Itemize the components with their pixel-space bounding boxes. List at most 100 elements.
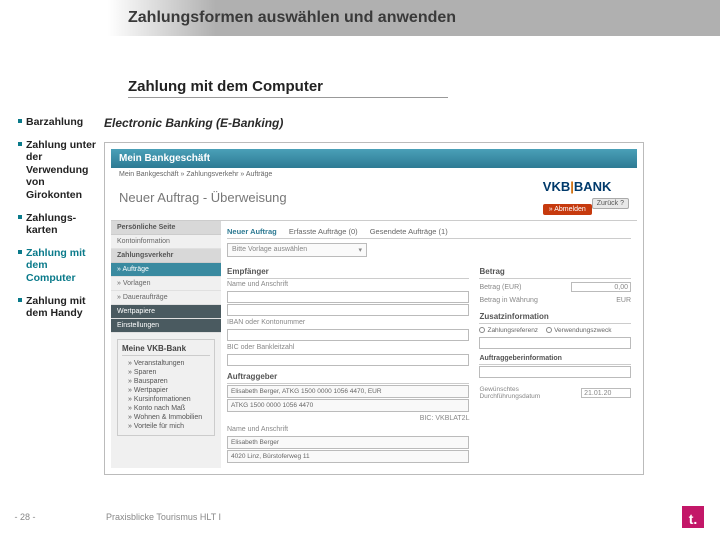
- radio-label: Verwendungszweck: [554, 327, 611, 334]
- label-name: Name und Anschrift: [227, 279, 469, 290]
- row-betrag-wahr: Betrag in Währung EUR: [479, 295, 631, 306]
- nav-item-vorlagen[interactable]: » Vorlagen: [111, 277, 221, 291]
- content-title: Electronic Banking (E-Banking): [104, 116, 700, 130]
- sidebar-item-handy[interactable]: Zahlung mit dem Handy: [18, 295, 100, 320]
- nav-item-wertpapiere[interactable]: Wertpapiere: [111, 305, 221, 319]
- eb-window-title: Mein Bankgeschäft: [111, 149, 637, 168]
- input-datum[interactable]: 21.01.20: [581, 388, 631, 398]
- tab-erfasst[interactable]: Erfasste Aufträge (0): [289, 227, 358, 236]
- logout-button[interactable]: » Abmelden: [543, 204, 592, 215]
- chevron-down-icon: ▾: [358, 246, 362, 254]
- sidebar-item-label: Zahlung mit dem Computer: [26, 247, 100, 285]
- sidebar-item-label: Zahlung mit dem Handy: [26, 295, 100, 320]
- label-name2: Name und Anschrift: [227, 424, 469, 435]
- bank-logo-pre: VKB: [543, 179, 570, 194]
- sidebar: Barzahlung Zahlung unter der Verwendung …: [0, 116, 104, 475]
- label-betrag: Betrag: [479, 265, 631, 279]
- bank-logo: VKB|BANK: [543, 179, 612, 194]
- vorlage-row: Bitte Vorlage auswählen▾: [227, 243, 631, 257]
- label-auftragsinfo: Auftraggeberinformation: [479, 353, 631, 365]
- bank-logo-post: BANK: [574, 179, 612, 194]
- input-iban[interactable]: [227, 329, 469, 341]
- main-area: Barzahlung Zahlung unter der Verwendung …: [0, 116, 720, 475]
- label-iban: IBAN oder Kontonummer: [227, 317, 469, 328]
- tab-new[interactable]: Neuer Auftrag: [227, 227, 277, 236]
- back-button[interactable]: Zurück ?: [592, 198, 629, 209]
- bullet-icon: [18, 142, 22, 146]
- sidebar-item-label: Zahlungs- karten: [26, 212, 76, 237]
- label-bic: BIC oder Bankleitzahl: [227, 342, 469, 353]
- content: Electronic Banking (E-Banking) Mein Bank…: [104, 116, 720, 475]
- radio-icon: [546, 327, 552, 333]
- radio-verwendung[interactable]: Verwendungszweck: [546, 327, 611, 334]
- label-auftraggeber: Auftraggeber: [227, 370, 469, 384]
- label-zusatz: Zusatzinformation: [479, 310, 631, 324]
- input-auftragsinfo[interactable]: [479, 366, 631, 378]
- col-empfaenger: Empfänger Name und Anschrift IBAN oder K…: [227, 261, 469, 464]
- sidebar-item-label: Barzahlung: [26, 116, 83, 129]
- input-name[interactable]: [227, 291, 469, 303]
- radio-row: Zahlungsreferenz Verwendungszweck: [479, 327, 631, 334]
- eb-page-title: Neuer Auftrag - Überweisung: [119, 190, 287, 205]
- input-bic[interactable]: [227, 354, 469, 366]
- nav-box-item[interactable]: » Vorteile für mich: [122, 422, 210, 431]
- input-zusatz[interactable]: [479, 337, 631, 349]
- nav-item-dauer[interactable]: » Daueraufträge: [111, 291, 221, 305]
- nav-box-item[interactable]: » Bausparen: [122, 377, 210, 386]
- nav-box: Meine VKB-Bank » Veranstaltungen » Spare…: [117, 339, 215, 436]
- prefill-bic: BIC: VKBLAT2L: [227, 413, 469, 424]
- eb-top-right: VKB|BANK » Abmelden Zurück ?: [543, 178, 629, 216]
- form-cols: Empfänger Name und Anschrift IBAN oder K…: [227, 261, 631, 464]
- radio-icon: [479, 327, 485, 333]
- input-betrag[interactable]: 0,00: [571, 282, 631, 292]
- label-empfaenger: Empfänger: [227, 265, 469, 279]
- prefill-account[interactable]: Elisabeth Berger, ATKG 1500 0000 1056 44…: [227, 385, 469, 398]
- page-number: - 28 -: [0, 512, 50, 522]
- breadcrumb: Mein Bankgeschäft » Zahlungsverkehr » Au…: [111, 168, 637, 178]
- header-title: Zahlungsformen auswählen und anwenden: [128, 9, 456, 27]
- brand-logo: t.: [682, 506, 704, 528]
- nav-box-item[interactable]: » Sparen: [122, 368, 210, 377]
- radio-zahlungsref[interactable]: Zahlungsreferenz: [479, 327, 538, 334]
- nav-section-personal[interactable]: Persönliche Seite: [111, 221, 221, 235]
- nav-box-item[interactable]: » Wohnen & Immobilien: [122, 413, 210, 422]
- ebanking-screenshot: Mein Bankgeschäft Mein Bankgeschäft » Za…: [104, 142, 644, 475]
- tab-gesendet[interactable]: Gesendete Aufträge (1): [370, 227, 448, 236]
- sidebar-item-label: Zahlung unter der Verwendung von Girokon…: [26, 139, 100, 202]
- vorlage-select[interactable]: Bitte Vorlage auswählen▾: [227, 243, 367, 257]
- row-betrag-eur: Betrag (EUR)0,00: [479, 279, 631, 295]
- radio-label: Zahlungsreferenz: [487, 327, 538, 334]
- sidebar-item-barzahlung[interactable]: Barzahlung: [18, 116, 100, 129]
- nav-box-item[interactable]: » Konto nach Maß: [122, 404, 210, 413]
- bullet-icon: [18, 215, 22, 219]
- bullet-icon: [18, 119, 22, 123]
- nav-box-title: Meine VKB-Bank: [122, 344, 210, 356]
- sidebar-item-girokonten[interactable]: Zahlung unter der Verwendung von Girokon…: [18, 139, 100, 202]
- input-name2[interactable]: [227, 304, 469, 316]
- nav-box-item[interactable]: » Kursinformationen: [122, 395, 210, 404]
- prefill-sender-addr: 4020 Linz, Bürstoferweg 11: [227, 450, 469, 463]
- footer: - 28 - Praxisblicke Tourismus HLT I: [0, 512, 720, 522]
- nav-box-item[interactable]: » Veranstaltungen: [122, 359, 210, 368]
- label-betrag-wahr: Betrag in Währung: [479, 297, 537, 304]
- tabs: Neuer Auftrag Erfasste Aufträge (0) Gese…: [227, 225, 631, 239]
- nav-section-zahlung[interactable]: Zahlungsverkehr: [111, 249, 221, 263]
- row-datum: Gewünschtes Durchführungsdatum21.01.20: [479, 384, 631, 402]
- eb-form: Neuer Auftrag Erfasste Aufträge (0) Gese…: [221, 221, 637, 468]
- eb-topbar: Neuer Auftrag - Überweisung VKB|BANK » A…: [111, 178, 637, 221]
- nav-item-auftraege[interactable]: » Aufträge: [111, 263, 221, 277]
- section-title: Zahlung mit dem Computer: [128, 78, 720, 95]
- col-betrag: Betrag Betrag (EUR)0,00 Betrag in Währun…: [479, 261, 631, 464]
- bullet-icon: [18, 250, 22, 254]
- eb-nav: Persönliche Seite Kontoinformation Zahlu…: [111, 221, 221, 468]
- nav-item-konto[interactable]: Kontoinformation: [111, 235, 221, 249]
- sidebar-item-karten[interactable]: Zahlungs- karten: [18, 212, 100, 237]
- prefill-text: Elisabeth Berger, ATKG 1500 0000 1056 44…: [231, 388, 382, 395]
- label-datum: Gewünschtes Durchführungsdatum: [479, 386, 581, 400]
- betrag-currency: EUR: [616, 297, 631, 304]
- sidebar-item-computer[interactable]: Zahlung mit dem Computer: [18, 247, 100, 285]
- eb-body: Persönliche Seite Kontoinformation Zahlu…: [111, 221, 637, 468]
- nav-box-item[interactable]: » Wertpapier: [122, 386, 210, 395]
- nav-item-einstellungen[interactable]: Einstellungen: [111, 319, 221, 333]
- prefill-iban: ATKG 1500 0000 1056 4470: [227, 399, 469, 412]
